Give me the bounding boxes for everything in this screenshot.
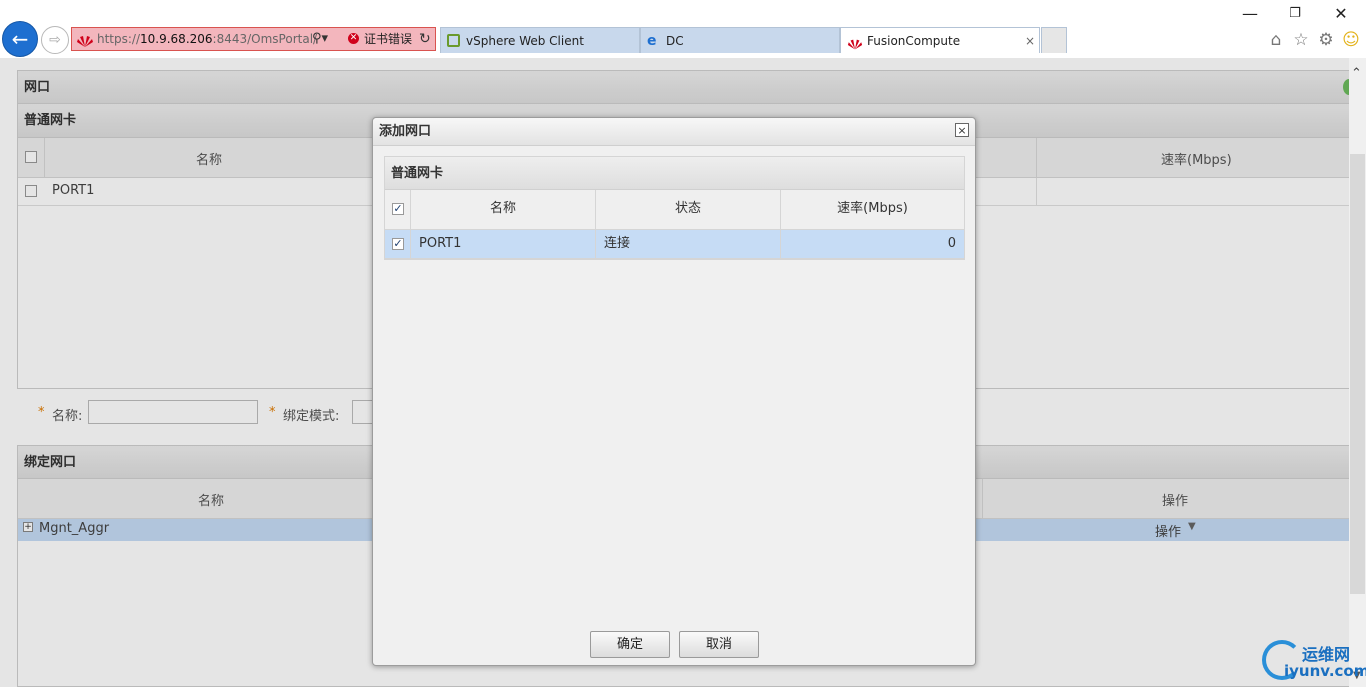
refresh-icon[interactable]: ↻ bbox=[419, 28, 431, 50]
column-header-status[interactable]: 状态 bbox=[596, 190, 781, 230]
huawei-logo-icon bbox=[847, 34, 863, 60]
ok-button[interactable]: 确定 bbox=[590, 631, 670, 658]
row-checkbox[interactable]: ✓ bbox=[392, 238, 404, 250]
restore-icon[interactable]: ❐ bbox=[1285, 6, 1305, 21]
settings-gear-icon[interactable]: ⚙ bbox=[1316, 30, 1336, 50]
tab-label: DC bbox=[666, 34, 684, 48]
scroll-up-icon[interactable]: ⌃ bbox=[1351, 66, 1362, 81]
select-all-cell: ✓ bbox=[385, 190, 411, 230]
row-speed: 0 bbox=[947, 236, 956, 251]
dialog-table-title: 普通网卡 bbox=[385, 157, 964, 190]
dialog-nic-table: 普通网卡 ✓ 名称 状态 速率(Mbps) ✓ PORT1 连接 0 bbox=[384, 156, 965, 260]
tab-label: FusionCompute bbox=[867, 34, 961, 48]
row-name: PORT1 bbox=[411, 230, 596, 259]
column-header-speed[interactable]: 速率(Mbps) bbox=[781, 190, 964, 230]
row-check-cell: ✓ bbox=[385, 230, 411, 259]
cancel-button[interactable]: 取消 bbox=[679, 631, 759, 658]
address-text: https://10.9.68.206:8443/OmsPortal/ bbox=[97, 32, 318, 46]
scrollbar-thumb[interactable] bbox=[1350, 154, 1365, 594]
add-port-dialog: 添加网口 × 普通网卡 ✓ 名称 状态 速率(Mbps) ✓ PORT1 连接 … bbox=[372, 117, 976, 666]
minimize-icon[interactable]: — bbox=[1240, 4, 1260, 23]
home-icon[interactable]: ⌂ bbox=[1266, 30, 1286, 50]
row-status: 连接 bbox=[596, 230, 781, 259]
tab-close-icon[interactable]: × bbox=[1025, 28, 1035, 54]
vsphere-icon bbox=[447, 34, 460, 47]
huawei-logo-icon bbox=[76, 33, 94, 55]
forward-button[interactable]: ⇨ bbox=[41, 26, 69, 54]
close-window-icon[interactable]: ✕ bbox=[1331, 4, 1351, 23]
dialog-title: 添加网口 bbox=[373, 118, 975, 146]
ie-icon: e bbox=[647, 33, 657, 49]
tab-label: vSphere Web Client bbox=[466, 34, 584, 48]
select-all-checkbox[interactable]: ✓ bbox=[392, 203, 404, 215]
dialog-table-header: ✓ 名称 状态 速率(Mbps) bbox=[385, 190, 964, 230]
cert-error-icon: ✕ bbox=[348, 33, 359, 44]
cert-error-label[interactable]: 证书错误 bbox=[364, 28, 412, 50]
smiley-icon[interactable]: ☺ bbox=[1341, 30, 1361, 50]
browser-chrome: ← ⇨ https://10.9.68.206:8443/OmsPortal/ … bbox=[0, 0, 1366, 58]
column-header-name[interactable]: 名称 bbox=[411, 190, 596, 230]
watermark-url: iyunv.com bbox=[1284, 662, 1366, 680]
dialog-close-button[interactable]: × bbox=[955, 123, 969, 137]
back-button[interactable]: ← bbox=[2, 21, 38, 57]
address-bar[interactable]: https://10.9.68.206:8443/OmsPortal/ ⚲▾ ✕… bbox=[71, 27, 436, 51]
tab-fusioncompute[interactable]: FusionCompute × bbox=[840, 27, 1040, 53]
table-row[interactable]: ✓ PORT1 连接 0 bbox=[385, 230, 964, 259]
favorites-star-icon[interactable]: ☆ bbox=[1291, 30, 1311, 50]
tab-vsphere[interactable]: vSphere Web Client bbox=[440, 27, 640, 53]
new-tab-button[interactable] bbox=[1041, 27, 1067, 53]
search-icon[interactable]: ⚲▾ bbox=[312, 28, 328, 50]
tab-dc[interactable]: e DC bbox=[640, 27, 840, 53]
